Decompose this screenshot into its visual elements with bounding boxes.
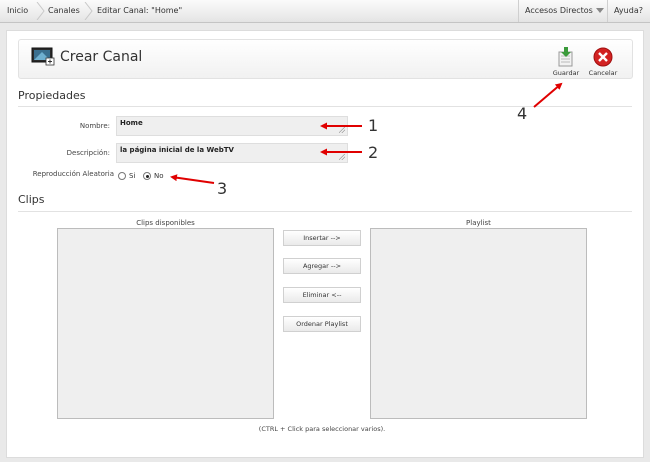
shortcuts-menu[interactable]: Accesos Directos — [525, 0, 593, 22]
divider — [518, 0, 519, 22]
channel-tv-icon — [31, 47, 55, 66]
available-clips-list[interactable] — [57, 228, 274, 419]
annotation-number-2: 2 — [368, 143, 379, 162]
breadcrumb-separator-icon — [36, 2, 45, 20]
shuffle-no-label: No — [154, 172, 164, 180]
chevron-down-icon[interactable] — [596, 8, 604, 13]
divider — [607, 0, 608, 22]
shuffle-yes-label: Si — [129, 172, 136, 180]
annotation-number-3: 3 — [217, 179, 228, 198]
breadcrumb-home[interactable]: Inicio — [7, 0, 28, 22]
description-value: la página inicial de la WebTV — [120, 146, 234, 154]
breadcrumb-separator-icon — [84, 2, 93, 20]
save-label: Guardar — [552, 69, 580, 77]
save-icon — [558, 47, 573, 67]
annotation-number-1: 1 — [368, 116, 379, 135]
shuffle-radio-yes[interactable] — [118, 172, 126, 180]
page-title: Crear Canal — [60, 49, 143, 65]
resize-grip-icon[interactable] — [339, 154, 345, 160]
resize-grip-icon[interactable] — [339, 127, 345, 133]
remove-button[interactable]: Eliminar <-- — [283, 287, 361, 303]
add-button[interactable]: Agregar --> — [283, 258, 361, 274]
playlist-list[interactable] — [370, 228, 587, 419]
cancel-button[interactable]: Cancelar — [585, 47, 621, 77]
insert-button[interactable]: Insertar --> — [283, 230, 361, 246]
name-value: Home — [120, 119, 143, 127]
name-field[interactable]: Home — [116, 116, 348, 136]
properties-heading: Propiedades — [18, 89, 86, 102]
playlist-label: Playlist — [466, 219, 491, 227]
selection-hint: (CTRL + Click para seleccionar varios). — [258, 425, 386, 433]
save-button[interactable]: Guardar — [549, 47, 583, 77]
cancel-icon — [593, 47, 613, 67]
sort-playlist-button[interactable]: Ordenar Playlist — [283, 316, 361, 332]
shuffle-radio-no[interactable] — [143, 172, 151, 180]
clips-heading: Clips — [18, 193, 45, 206]
name-label: Nombre: — [79, 122, 110, 130]
divider — [18, 106, 632, 107]
breadcrumb-current: Editar Canal: "Home" — [97, 6, 183, 15]
help-link[interactable]: Ayuda? — [614, 0, 643, 22]
annotation-number-4: 4 — [517, 104, 528, 123]
description-field[interactable]: la página inicial de la WebTV — [116, 143, 348, 163]
shuffle-label: Reproducción Aleatoria — [32, 170, 114, 178]
available-clips-label: Clips disponibles — [136, 219, 195, 227]
breadcrumb-channels[interactable]: Canales — [48, 0, 80, 22]
top-bar: Inicio Canales Editar Canal: "Home" Acce… — [0, 0, 650, 23]
cancel-label: Cancelar — [588, 69, 618, 77]
divider — [18, 211, 632, 212]
description-label: Descripción: — [66, 149, 110, 157]
